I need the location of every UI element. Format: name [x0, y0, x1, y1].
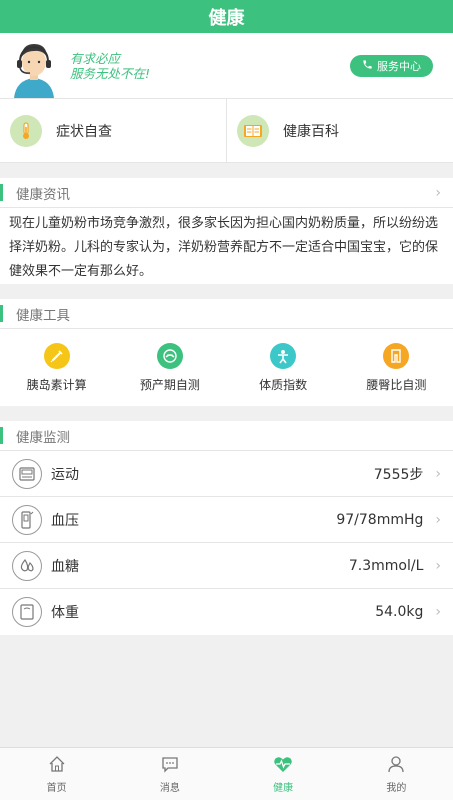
section-divider — [0, 163, 453, 178]
waist-hip-button[interactable]: 腰臀比自测 — [340, 329, 453, 406]
section-title: 健康工具 — [0, 305, 70, 324]
baby-icon — [156, 342, 183, 369]
monitor-value: 7555步 — [373, 466, 424, 483]
book-icon — [237, 114, 269, 147]
monitor-label: 体重 — [51, 605, 79, 621]
tab-label: 首页 — [46, 782, 67, 794]
section-title: 健康资讯 — [0, 184, 70, 203]
tool-label: 预产期自测 — [139, 377, 200, 392]
due-date-button[interactable]: 预产期自测 — [113, 329, 226, 406]
section-divider — [0, 406, 453, 421]
syringe-icon — [43, 342, 70, 369]
page-title-bar: 健康 — [0, 0, 453, 33]
tab-mine[interactable]: 我的 — [340, 748, 453, 800]
monitor-label: 运动 — [51, 466, 79, 483]
list-item-blood-sugar[interactable]: 血糖 7.3mmol/L › — [0, 543, 453, 589]
health-news-header[interactable]: 健康资讯 › — [0, 178, 453, 208]
tab-home[interactable]: 首页 — [0, 748, 113, 800]
pants-icon — [383, 342, 410, 369]
symptom-check-label: 症状自查 — [56, 123, 112, 140]
chevron-right-icon: › — [435, 557, 441, 574]
monitor-value: 97/78mmHg — [336, 511, 424, 528]
chevron-right-icon: › — [435, 511, 441, 528]
tab-health[interactable]: 健康 — [227, 748, 340, 800]
monitor-value: 7.3mmol/L — [348, 557, 424, 574]
health-news-article[interactable]: 现在儿童奶粉市场竞争激烈，很多家长因为担心国内奶粉质量，所以纷纷选择洋奶粉。儿科… — [0, 208, 453, 284]
chevron-right-icon: › — [435, 604, 441, 620]
list-item-weight[interactable]: 体重 54.0kg › — [0, 589, 453, 635]
chevron-right-icon: › — [435, 465, 441, 482]
heart-pulse-icon — [273, 755, 293, 776]
blood-pressure-icon — [12, 504, 42, 535]
health-monitor-header: 健康监测 — [0, 421, 453, 451]
tool-label: 腰臀比自测 — [366, 377, 427, 392]
health-wiki-label: 健康百科 — [283, 123, 339, 140]
quick-actions: 症状自查 健康百科 — [0, 99, 453, 163]
list-item-blood-pressure[interactable]: 血压 97/78mmHg › — [0, 497, 453, 543]
user-icon — [387, 755, 405, 776]
health-wiki-button[interactable]: 健康百科 — [226, 99, 453, 162]
tool-label: 体质指数 — [259, 377, 308, 392]
person-icon — [270, 342, 297, 369]
slogan-line-1: 有求必应 — [70, 50, 121, 66]
blood-drop-icon — [12, 550, 42, 581]
monitor-label: 血糖 — [51, 558, 79, 575]
tool-label: 胰岛素计算 — [26, 377, 87, 392]
tab-label: 健康 — [273, 782, 294, 794]
tab-messages[interactable]: 消息 — [113, 748, 226, 800]
bmi-button[interactable]: 体质指数 — [227, 329, 340, 406]
monitor-label: 血压 — [51, 512, 79, 529]
service-banner: 有求必应 服务无处不在! 服务中心 — [0, 33, 453, 99]
page-title: 健康 — [208, 7, 245, 29]
section-title: 健康监测 — [0, 427, 70, 446]
phone-icon — [362, 59, 373, 73]
tab-label: 消息 — [159, 782, 180, 794]
health-monitor-list: 运动 7555步 › 血压 97/78mmHg › 血糖 7.3mmol/L ›… — [0, 451, 453, 635]
scale-icon — [12, 597, 42, 627]
chevron-right-icon: › — [435, 184, 441, 201]
insulin-calc-button[interactable]: 胰岛素计算 — [0, 329, 113, 406]
service-center-label: 服务中心 — [377, 59, 421, 73]
section-divider — [0, 284, 453, 299]
health-tools-grid: 胰岛素计算 预产期自测 体质指数 腰臀比自测 — [0, 329, 453, 406]
bottom-tab-bar: 首页 消息 健康 我的 — [0, 747, 453, 800]
symptom-check-button[interactable]: 症状自查 — [0, 99, 226, 162]
list-item-exercise[interactable]: 运动 7555步 › — [0, 451, 453, 497]
slogan-line-2: 服务无处不在! — [70, 65, 151, 81]
thermometer-icon — [10, 114, 42, 147]
health-tools-header: 健康工具 — [0, 299, 453, 329]
tab-label: 我的 — [386, 782, 407, 794]
customer-service-avatar — [10, 36, 58, 98]
monitor-value: 54.0kg — [375, 604, 424, 620]
service-slogan: 有求必应 服务无处不在! — [70, 51, 350, 81]
message-icon — [161, 755, 179, 776]
pedometer-icon — [12, 458, 42, 489]
service-center-button[interactable]: 服务中心 — [350, 54, 433, 77]
home-icon — [48, 755, 66, 776]
